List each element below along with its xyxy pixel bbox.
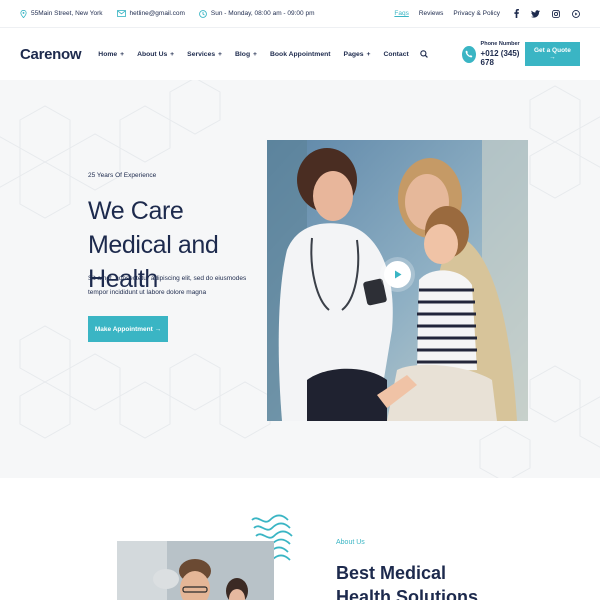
about-section: About Us Best Medical Health Solutions [0,478,600,600]
clock-icon [199,9,207,18]
phone-label: Phone Number [480,41,520,47]
about-team-photo [117,541,274,600]
email-text[interactable]: hetline@gmail.com [130,10,185,17]
nav-item-contact[interactable]: Contact [383,51,408,58]
faqs-link[interactable]: Faqs [394,10,408,17]
about-kicker: About Us [336,539,365,546]
top-bar: 55Main Street, New York hetline@gmail.co… [0,0,600,28]
location-icon [20,9,27,18]
nav-label: Blog [235,50,251,58]
phone-number[interactable]: +012 (345) 678 [481,49,525,67]
plus-icon: + [218,50,222,58]
nav-label: Book Appointment [269,50,331,58]
search-icon[interactable] [419,50,428,58]
hero-kicker: 25 Years Of Experience [88,172,157,179]
phone-text-group: Phone Number +012 (345) 678 [481,41,525,67]
about-title: Best Medical Health Solutions [336,563,479,600]
nav-item-home[interactable]: Home + [98,51,124,58]
hours-text: Sun - Monday, 08:00 am - 09:00 pm [210,10,315,17]
email-info[interactable]: hetline@gmail.com [116,10,185,17]
phone-icon [461,45,476,63]
nav-label: Home [98,50,118,58]
nav-label: Contact [383,50,409,58]
nav-item-services[interactable]: Services + [187,51,222,58]
reviews-link[interactable]: Reviews [419,10,444,17]
instagram-icon[interactable] [552,9,560,18]
plus-icon: + [253,50,257,58]
site-logo[interactable]: Carenow [20,46,98,63]
nav-item-blog[interactable]: Blog + [235,51,257,58]
plus-icon: + [120,50,125,58]
phone-contact[interactable]: Phone Number +012 (345) 678 [461,41,525,67]
nav-item-about-us[interactable]: About Us + [137,51,174,58]
address-info: 55Main Street, New York [20,9,103,18]
make-appointment-button[interactable]: Make Appointment → [88,316,168,342]
topbar-right: Faqs Reviews Privacy & Policy [384,9,580,18]
main-header: Carenow Home + About Us + Services + Blo… [0,28,600,80]
mail-icon [116,10,126,17]
main-nav: Home + About Us + Services + Blog + Book… [98,50,428,58]
hero-description: Sit amet, consectetur adipiscing elit, s… [88,275,247,296]
nav-item-pages[interactable]: Pages + [344,51,371,58]
doctors-team-illustration [117,541,274,600]
nav-label: About Us [137,50,168,58]
plus-icon: + [170,50,175,58]
hours-info: Sun - Monday, 08:00 am - 09:00 pm [199,9,315,18]
get-a-quote-button[interactable]: Get a Quote → [524,42,581,66]
plus-icon: + [366,50,371,58]
nav-item-book-appointment[interactable]: Book Appointment [270,51,331,58]
nav-label: Services [187,50,216,58]
nav-label: Pages [343,50,364,58]
address-text: 55Main Street, New York [31,10,103,17]
facebook-icon[interactable] [514,9,519,18]
hero-doctor-photo [267,140,528,421]
play-icon [394,270,401,279]
hero-section: 25 Years Of Experience We Care Medical a… [0,80,600,478]
twitter-icon[interactable] [531,9,540,18]
play-video-button[interactable] [384,261,411,288]
youtube-icon[interactable] [572,9,580,18]
privacy-policy-link[interactable]: Privacy & Policy [453,10,500,17]
